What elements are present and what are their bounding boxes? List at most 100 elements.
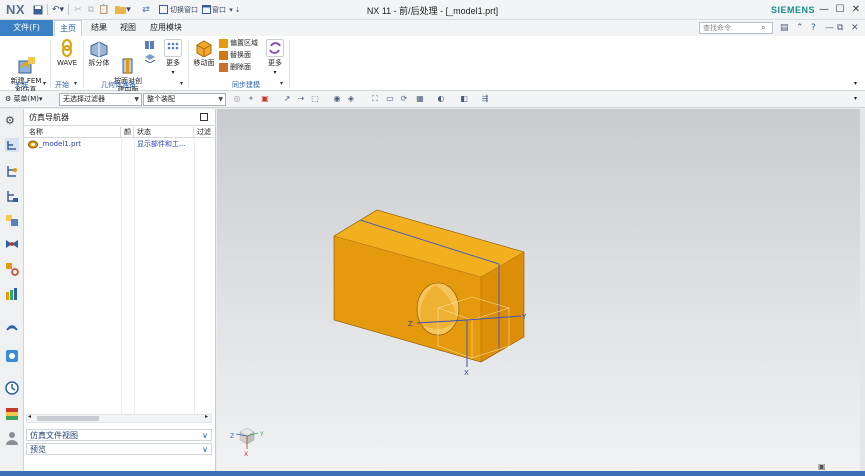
edit-section-icon[interactable]: ◧ — [459, 94, 469, 104]
process-studio-icon[interactable] — [5, 349, 19, 363]
history-clock-icon[interactable] — [5, 381, 19, 395]
more-dropdown-icon: ▾ — [273, 69, 277, 76]
doc-restore-button[interactable]: ⧉ — [837, 23, 843, 33]
sim-file-view-label: 仿真文件视图 — [30, 431, 78, 440]
scrollbar-thumb[interactable] — [37, 416, 99, 421]
selection-filter-dropdown[interactable]: 无选择过滤器 ▼ — [59, 93, 142, 106]
column-header-status[interactable]: 状态 — [134, 127, 194, 138]
sim-file-view-section[interactable]: 仿真文件视图 ∨ — [26, 429, 212, 441]
scroll-left-icon[interactable]: ◂ — [28, 413, 31, 420]
horizontal-scrollbar[interactable]: ◂ ▸ — [26, 413, 212, 423]
solid-icon[interactable]: ◈ — [346, 94, 356, 104]
status-monitor-icon[interactable]: ▣ — [818, 462, 826, 471]
group-geometry-prep-dropdown[interactable]: ▾ — [180, 80, 183, 87]
tree-row[interactable]: _model1.prt 显示部件和工... — [24, 139, 216, 150]
settings-gear-icon[interactable]: ⚙ — [5, 114, 19, 128]
group-association-label: 关联 — [14, 81, 28, 89]
constraint-navigator-icon[interactable] — [5, 213, 19, 227]
group-sync-dropdown[interactable]: ▾ — [280, 80, 283, 87]
roles-icon[interactable] — [5, 431, 19, 445]
part-file-icon — [28, 140, 38, 153]
part-navigator-icon[interactable] — [5, 164, 19, 178]
split-body-button[interactable]: 拆分体 — [87, 39, 111, 68]
grid-icon — [164, 39, 182, 57]
navigator-title: 仿真导航器 — [24, 109, 216, 126]
scroll-right-icon[interactable]: ▸ — [205, 413, 208, 420]
viewport-scroll-edge — [860, 109, 865, 471]
more-label-2: 更多 — [268, 59, 282, 67]
close-button[interactable]: ✕ — [849, 3, 863, 16]
tab-application[interactable]: 应用模块 — [146, 20, 186, 36]
toolbar-options-icon[interactable]: ▾ — [854, 95, 857, 102]
replace-face-label: 替换面 — [230, 51, 251, 59]
orient-view-icon[interactable]: ▦ — [415, 94, 425, 104]
move-face-button[interactable]: 移动面 — [192, 39, 216, 68]
tree-row-name: _model1.prt — [39, 140, 82, 148]
deselect-icon[interactable]: ✦ — [246, 94, 256, 104]
snap-icon[interactable]: ↗ — [282, 94, 292, 104]
maximize-panel-button[interactable] — [200, 113, 208, 121]
render-style-icon[interactable]: ◐ — [436, 94, 446, 104]
tab-view[interactable]: 视图 — [115, 20, 141, 36]
axis-z-label: Z — [408, 320, 413, 328]
selection-intent-icon[interactable]: ▣ — [260, 94, 270, 104]
hd3d-tools-icon[interactable] — [5, 262, 19, 276]
ribbon-options-icon[interactable]: ▾ — [854, 80, 857, 87]
fit-view-icon[interactable]: ⛶ — [370, 94, 380, 104]
column-divider — [134, 138, 135, 414]
rotate-icon[interactable]: ⟳ — [399, 94, 409, 104]
column-header-color[interactable]: 颜 — [121, 127, 134, 138]
view-triad[interactable]: Z Y X — [230, 427, 264, 458]
history-palette-icon[interactable] — [5, 318, 19, 332]
column-header-filter[interactable]: 过滤 — [194, 127, 216, 138]
chevron-down-icon: ∨ — [202, 431, 208, 440]
minimize-button[interactable]: — — [817, 3, 831, 16]
layer-icon[interactable] — [145, 53, 155, 63]
doc-close-button[interactable]: ✕ — [851, 23, 859, 33]
ribbon: 新建 FEM 和仿真 关联 ▾ WAVE 开始 ▾ 拆分体 按面对创 建中面 更… — [0, 36, 865, 94]
simulation-navigator-icon[interactable] — [5, 138, 19, 152]
layout-icon[interactable]: ▤ — [780, 23, 789, 33]
more-sync-button[interactable]: 更多 ▾ — [263, 39, 287, 77]
view-selection-icon[interactable]: ◉ — [332, 94, 342, 104]
selection-filter-value: 无选择过滤器 — [63, 95, 105, 103]
collapse-ribbon-icon[interactable]: ⌃ — [796, 23, 804, 33]
help-icon[interactable]: ? — [811, 23, 816, 33]
column-header-name[interactable]: 名称 — [24, 127, 121, 138]
graphics-viewport[interactable]: X Y Z Z Y X ▣ — [217, 109, 860, 471]
group-association-dropdown[interactable]: ▾ — [43, 80, 46, 87]
web-browser-icon[interactable] — [5, 287, 19, 301]
axis-y-label: Y — [521, 313, 527, 321]
preview-section[interactable]: 预览 ∨ — [26, 443, 212, 455]
book-icon[interactable] — [145, 40, 155, 50]
search-icon[interactable]: ⌕ — [761, 23, 765, 33]
group-start-dropdown[interactable]: ▾ — [74, 80, 77, 87]
reuse-library-icon[interactable] — [5, 237, 19, 251]
group-sync-modeling-label: 同步建模 — [232, 81, 260, 89]
replace-face-button[interactable]: 替换面 — [219, 51, 251, 60]
wave-button[interactable]: WAVE — [55, 39, 79, 68]
layer-settings-icon[interactable]: ⇶ — [480, 94, 490, 104]
select-all-icon[interactable]: ◎ — [232, 94, 242, 104]
curve-rule-icon[interactable]: ⇢ — [296, 94, 306, 104]
tab-file[interactable]: 文件(F) — [0, 20, 53, 36]
group-separator — [83, 40, 84, 88]
delete-face-button[interactable]: 删除面 — [219, 63, 251, 72]
assembly-navigator-icon[interactable] — [5, 189, 19, 203]
system-materials-icon[interactable] — [5, 407, 19, 421]
offset-region-label: 偏置区域 — [230, 39, 258, 47]
group-separator — [50, 40, 51, 88]
assembly-scope-dropdown[interactable]: 整个装配 ▼ — [143, 93, 226, 106]
zoom-icon[interactable]: ▭ — [385, 94, 395, 104]
tab-results[interactable]: 结果 — [86, 20, 112, 36]
offset-region-button[interactable]: 偏置区域 — [219, 39, 258, 48]
box-select-icon[interactable]: ⬚ — [310, 94, 320, 104]
more-geometry-button[interactable]: 更多 ▾ — [161, 39, 185, 77]
maximize-button[interactable]: ☐ — [833, 3, 847, 16]
menu-button[interactable]: ⚙ 菜单(M)▾ — [5, 93, 43, 106]
more-label-1: 更多 — [166, 59, 180, 67]
triad-x-label: X — [244, 451, 248, 458]
doc-minimize-button[interactable]: — — [825, 23, 834, 33]
tab-home[interactable]: 主页 — [54, 20, 82, 36]
triad-z-label: Z — [230, 433, 234, 440]
